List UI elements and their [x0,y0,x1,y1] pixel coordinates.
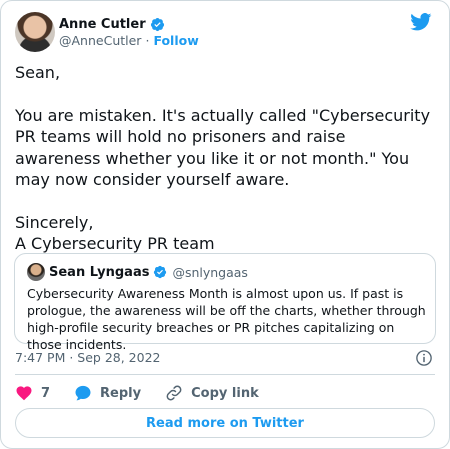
tweet-card: Anne Cutler @AnneCutler · Follow Sean, Y… [0,0,450,449]
quoted-tweet[interactable]: Sean Lyngaas @snlyngaas Cybersecurity Aw… [14,253,436,352]
reply-label: Reply [100,385,142,401]
timestamp-text[interactable]: 7:47 PM · Sep 28, 2022 [15,350,160,365]
author-handle-row: @AnneCutler · Follow [59,33,199,48]
verified-badge-icon [154,265,167,279]
divider [15,374,435,375]
quoted-tweet-text: Cybersecurity Awareness Month is almost … [27,286,426,352]
copy-link-label: Copy link [191,385,259,401]
quoted-author-handle: @snlyngaas [172,264,248,280]
quoted-author-avatar [27,263,45,281]
link-icon [166,385,182,401]
verified-badge-icon [150,17,164,31]
follow-link[interactable]: Follow [153,33,198,48]
quoted-author-name: Sean Lyngaas [49,264,150,280]
info-icon[interactable] [415,349,433,367]
twitter-bird-icon[interactable] [410,13,432,31]
separator-dot: · [145,33,150,48]
like-button[interactable]: 7 [15,384,50,402]
heart-icon [16,386,32,401]
tweet-line: Sean, [15,63,61,82]
tweet-timestamp[interactable]: 7:47 PM · Sep 28, 2022 [15,350,160,365]
quoted-author-row: Sean Lyngaas @snlyngaas [49,263,248,281]
author-name-row[interactable]: Anne Cutler [59,15,165,33]
author-avatar[interactable] [15,12,55,52]
tweet-text: Sean, You are mistaken. It's actually ca… [15,62,435,255]
like-count: 7 [41,385,51,401]
tweet-line: Sincerely, [15,212,94,232]
author-name[interactable]: Anne Cutler [59,17,146,32]
tweet-line: You are mistaken. It's actually called "… [15,105,431,190]
read-more-button[interactable]: Read more on Twitter [15,408,435,438]
tweet-line: A Cybersecurity PR team [15,234,215,253]
reply-bubble-icon [75,385,91,401]
copy-link-button[interactable]: Copy link [165,384,259,402]
action-bar: 7 Reply Copy link [15,383,283,403]
reply-button[interactable]: Reply [74,384,141,402]
author-handle[interactable]: @AnneCutler [59,33,141,48]
